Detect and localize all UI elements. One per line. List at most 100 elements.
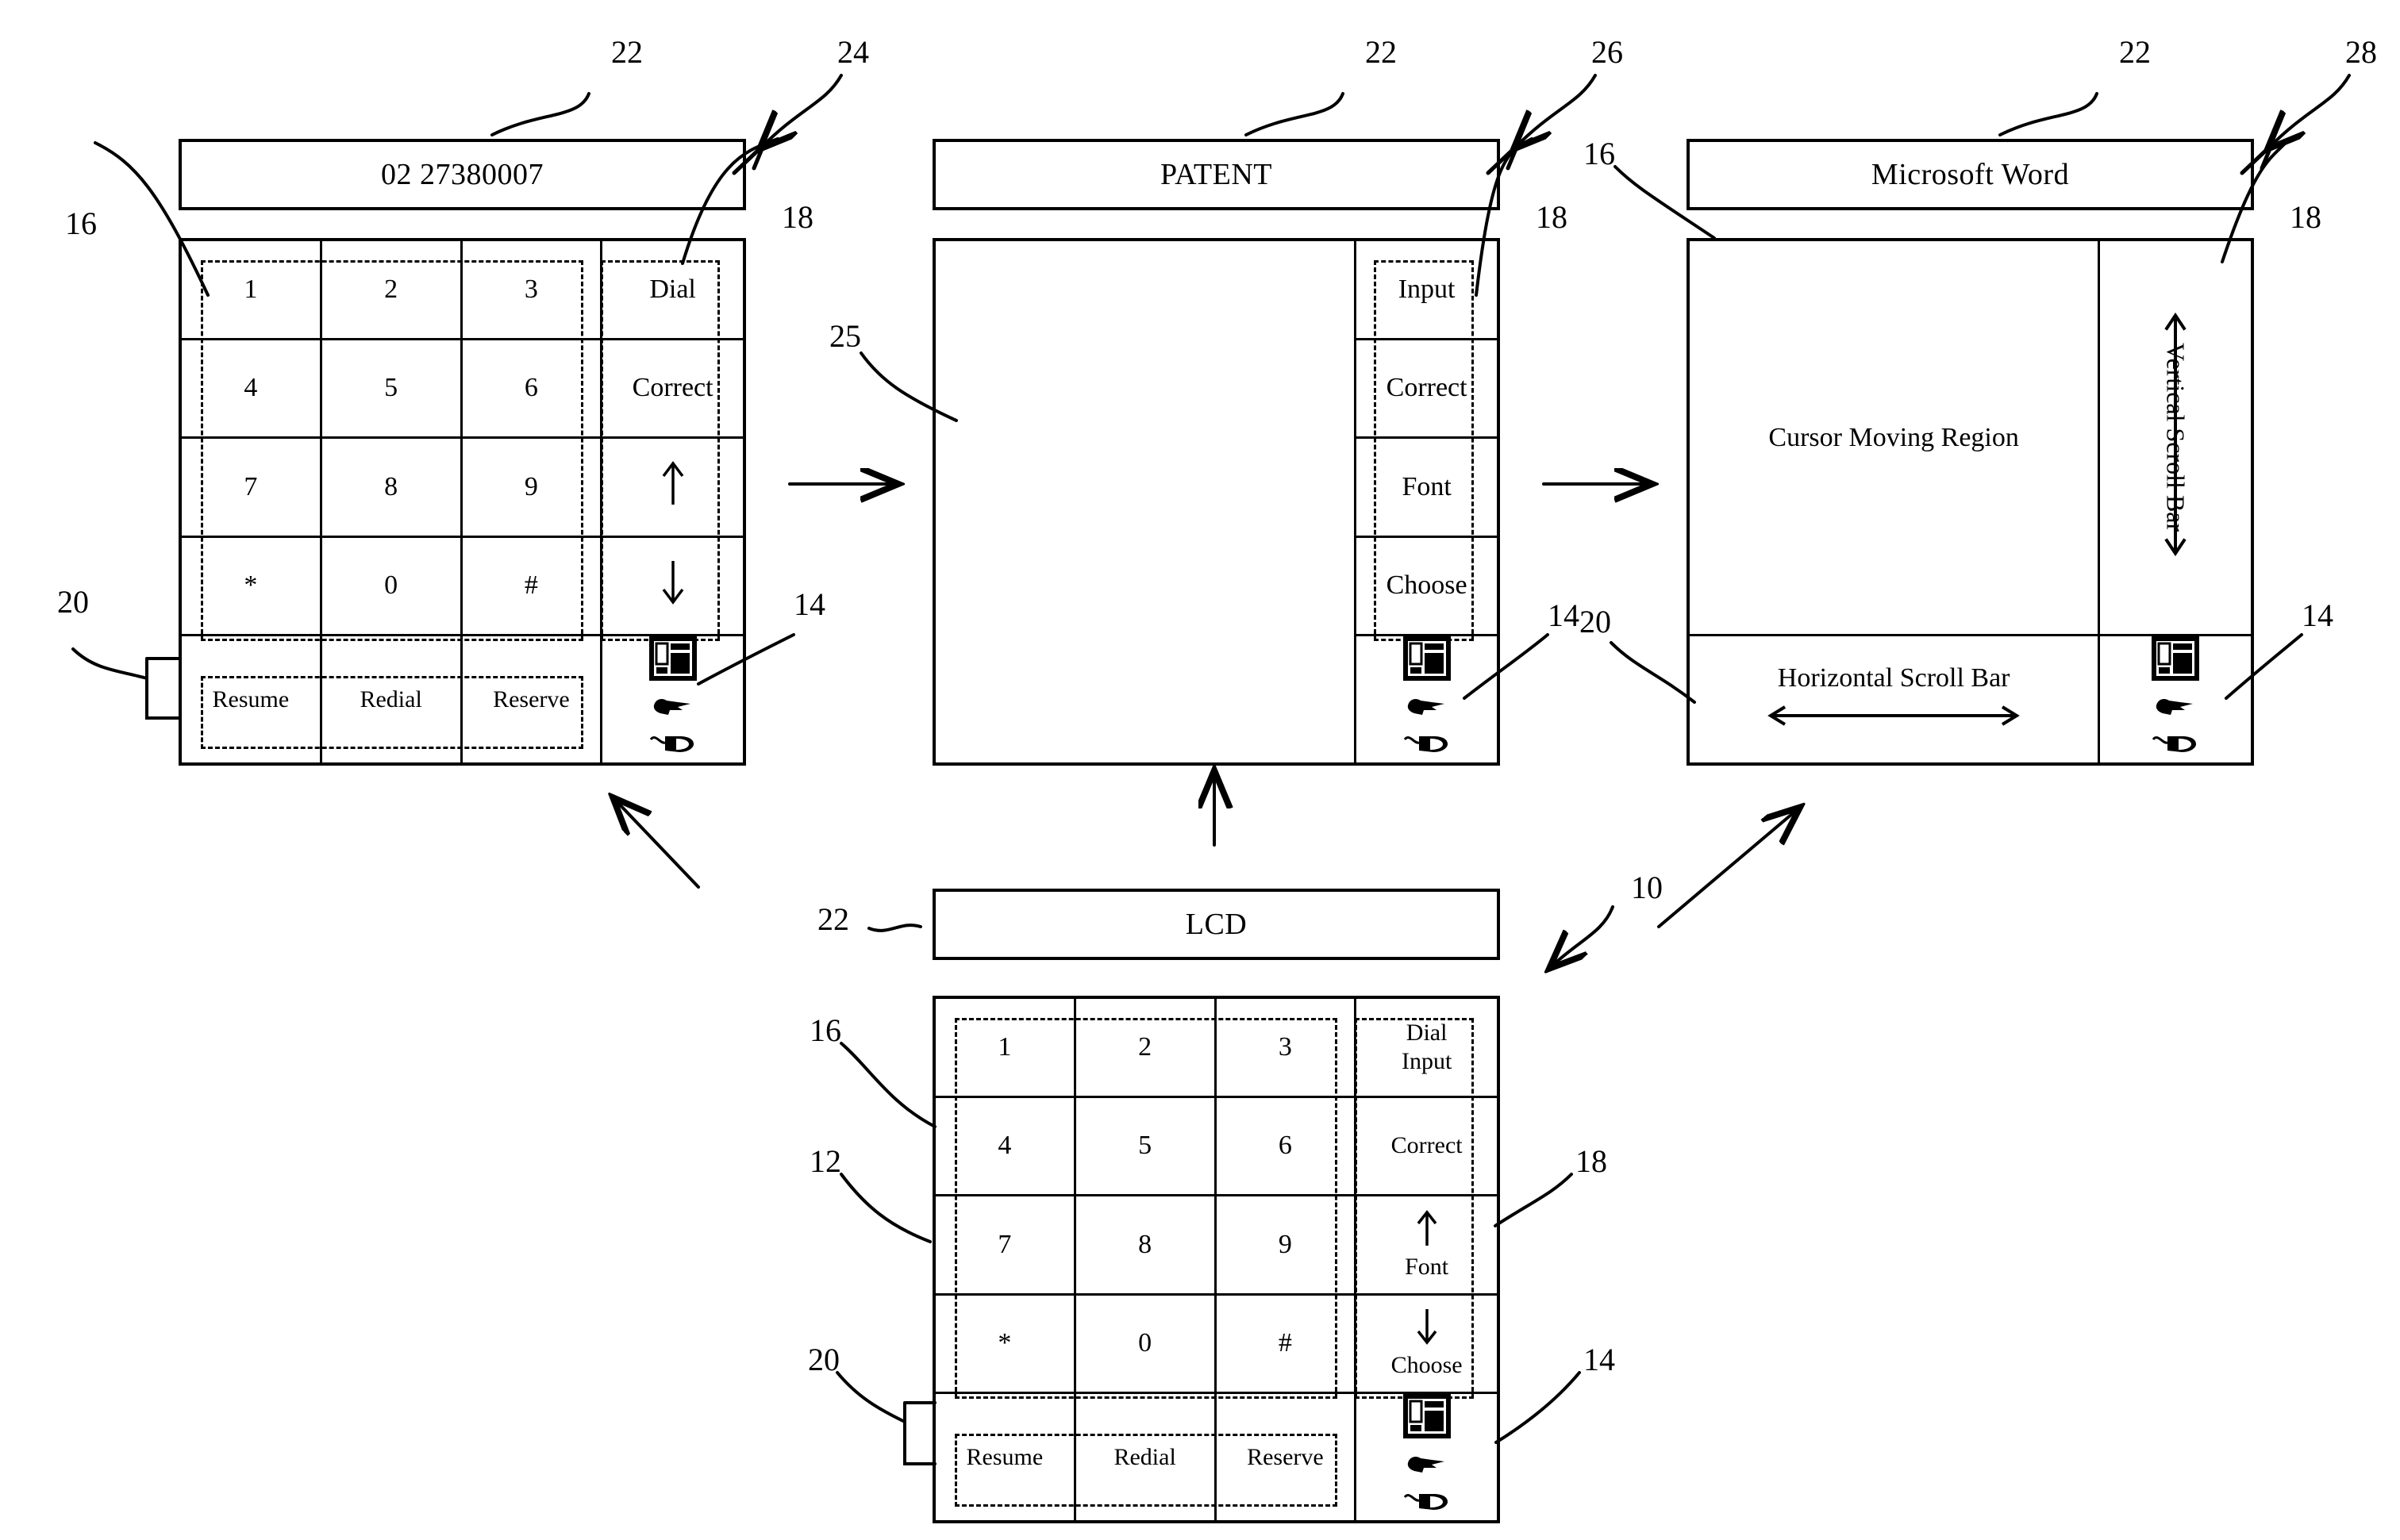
mouse-icon <box>1403 1489 1451 1520</box>
side-button-label: Input <box>1398 274 1456 304</box>
refnum-28: 28 <box>2345 34 2377 70</box>
word-device-icons[interactable] <box>2100 636 2251 762</box>
lcd-key-star[interactable]: * <box>936 1295 1076 1394</box>
patent-button-font[interactable]: Font <box>1356 439 1497 538</box>
lcd-key-1[interactable]: 1 <box>936 999 1076 1098</box>
phone-device-icons[interactable] <box>602 636 743 762</box>
phone-key-hash[interactable]: # <box>462 537 603 636</box>
phone-button-scroll-down[interactable] <box>602 538 743 636</box>
phone-key-9[interactable]: 9 <box>462 439 603 538</box>
key-label: * <box>998 1328 1012 1358</box>
arrow-up-icon <box>659 460 687 513</box>
refnum-22-word: 22 <box>2119 34 2151 70</box>
pointing-hand-icon <box>1405 1450 1449 1484</box>
pointing-hand-icon <box>651 693 695 727</box>
refnum-18-word: 18 <box>2290 199 2321 235</box>
telephone-icon <box>2152 636 2200 688</box>
key-label: 0 <box>384 570 398 601</box>
key-label: 6 <box>1278 1131 1292 1161</box>
refnum-24: 24 <box>837 34 869 70</box>
refnum-12: 12 <box>810 1143 841 1179</box>
phone-key-2[interactable]: 2 <box>321 241 463 340</box>
lcd-key-3[interactable]: 3 <box>1216 999 1357 1098</box>
word-vertical-scrollbar[interactable]: Vertical Scroll Bar <box>2100 241 2251 636</box>
key-label: 8 <box>1138 1229 1152 1259</box>
lcd-key-4[interactable]: 4 <box>936 1097 1076 1196</box>
key-label: # <box>524 570 538 601</box>
patent-titlebar: PATENT <box>933 139 1500 210</box>
word-layout-grid: Cursor Moving Region Vertical Scroll Bar… <box>1690 241 2251 762</box>
phone-key-0[interactable]: 0 <box>321 537 463 636</box>
key-label: # <box>1278 1328 1292 1358</box>
refnum-22-phone: 22 <box>611 34 643 70</box>
phone-key-3[interactable]: 3 <box>462 241 603 340</box>
lcd-key-8[interactable]: 8 <box>1075 1196 1217 1296</box>
phone-key-5[interactable]: 5 <box>321 340 463 439</box>
lcd-key-9[interactable]: 9 <box>1216 1196 1357 1296</box>
phone-key-4[interactable]: 4 <box>182 340 322 439</box>
phone-button-resume[interactable]: Resume <box>182 636 322 762</box>
key-label: 9 <box>1278 1229 1292 1259</box>
word-body-frame: Cursor Moving Region Vertical Scroll Bar… <box>1687 238 2254 766</box>
mouse-icon <box>649 732 697 762</box>
refnum-14-patent: 14 <box>1548 597 1579 633</box>
key-label: 6 <box>524 373 538 403</box>
lcd-button-dial-input[interactable]: Dial Input <box>1356 999 1497 1098</box>
lcd-titlebar: LCD <box>933 889 1500 960</box>
refnum-16-word: 16 <box>1583 136 1615 171</box>
horizontal-scroll-label: Horizontal Scroll Bar <box>1777 663 2010 693</box>
phone-button-scroll-up[interactable] <box>602 439 743 538</box>
patent-text-canvas[interactable] <box>936 241 1357 762</box>
phone-button-dial[interactable]: Dial <box>602 241 743 340</box>
patent-button-correct[interactable]: Correct <box>1356 340 1497 439</box>
lcd-key-7[interactable]: 7 <box>936 1196 1076 1296</box>
refnum-25: 25 <box>829 318 861 354</box>
lcd-key-6[interactable]: 6 <box>1216 1097 1357 1196</box>
patent-button-input[interactable]: Input <box>1356 241 1497 340</box>
phone-key-8[interactable]: 8 <box>321 439 463 538</box>
lcd-button-resume[interactable]: Resume <box>936 1394 1076 1520</box>
phone-key-1[interactable]: 1 <box>182 241 322 340</box>
lcd-button-correct[interactable]: Correct <box>1356 1098 1497 1196</box>
key-label: 4 <box>998 1131 1012 1161</box>
patent-figure-canvas: 02 27380007 1 2 3 Dial 4 5 6 Correct 7 8… <box>0 0 2400 1540</box>
patent-device-icons[interactable] <box>1356 636 1497 762</box>
side-button-label-bottom: Input <box>1401 1047 1452 1074</box>
pointing-hand-icon <box>1405 693 1449 727</box>
double-arrow-horizontal-icon <box>1763 703 2025 735</box>
lcd-key-2[interactable]: 2 <box>1075 999 1217 1098</box>
mouse-icon <box>1403 732 1451 762</box>
refnum-14-phone: 14 <box>794 586 825 622</box>
word-titlebar: Microsoft Word <box>1687 139 2254 210</box>
lcd-key-hash[interactable]: # <box>1216 1295 1357 1394</box>
lcd-button-redial[interactable]: Redial <box>1076 1394 1217 1520</box>
lcd-device-icons[interactable] <box>1356 1394 1497 1520</box>
lcd-keygrid: 1 2 3 Dial Input 4 5 6 Correct 7 8 9 Fon <box>936 999 1497 1520</box>
bottom-button-label: Redial <box>1113 1443 1176 1470</box>
bottom-button-label: Resume <box>212 686 290 712</box>
word-horizontal-scrollbar[interactable]: Horizontal Scroll Bar <box>1690 636 2101 762</box>
lcd-button-scroll-up-font[interactable]: Font <box>1356 1196 1497 1296</box>
patent-title-text: PATENT <box>1160 158 1272 191</box>
lcd-key-5[interactable]: 5 <box>1075 1097 1217 1196</box>
refnum-20-phone: 20 <box>57 584 89 620</box>
phone-button-reserve[interactable]: Reserve <box>463 636 603 762</box>
lcd-key-0[interactable]: 0 <box>1075 1295 1217 1394</box>
refnum-20-word: 20 <box>1579 604 1611 639</box>
lcd-button-reserve[interactable]: Reserve <box>1217 1394 1357 1520</box>
word-cursor-moving-region[interactable]: Cursor Moving Region <box>1690 241 2101 636</box>
word-title-text: Microsoft Word <box>1871 158 2070 191</box>
phone-button-redial[interactable]: Redial <box>322 636 463 762</box>
phone-key-star[interactable]: * <box>182 537 322 636</box>
patent-button-choose[interactable]: Choose <box>1356 538 1497 636</box>
telephone-icon <box>1402 636 1451 688</box>
telephone-icon <box>648 636 697 688</box>
phone-key-7[interactable]: 7 <box>182 439 322 538</box>
lcd-button-scroll-down-choose[interactable]: Choose <box>1356 1296 1497 1394</box>
phone-titlebar: 02 27380007 <box>179 139 746 210</box>
side-button-label: Font <box>1402 471 1452 501</box>
key-label: 3 <box>1278 1031 1292 1062</box>
phone-key-6[interactable]: 6 <box>462 340 603 439</box>
refnum-20-lcd: 20 <box>808 1342 840 1377</box>
phone-button-correct[interactable]: Correct <box>602 340 743 439</box>
